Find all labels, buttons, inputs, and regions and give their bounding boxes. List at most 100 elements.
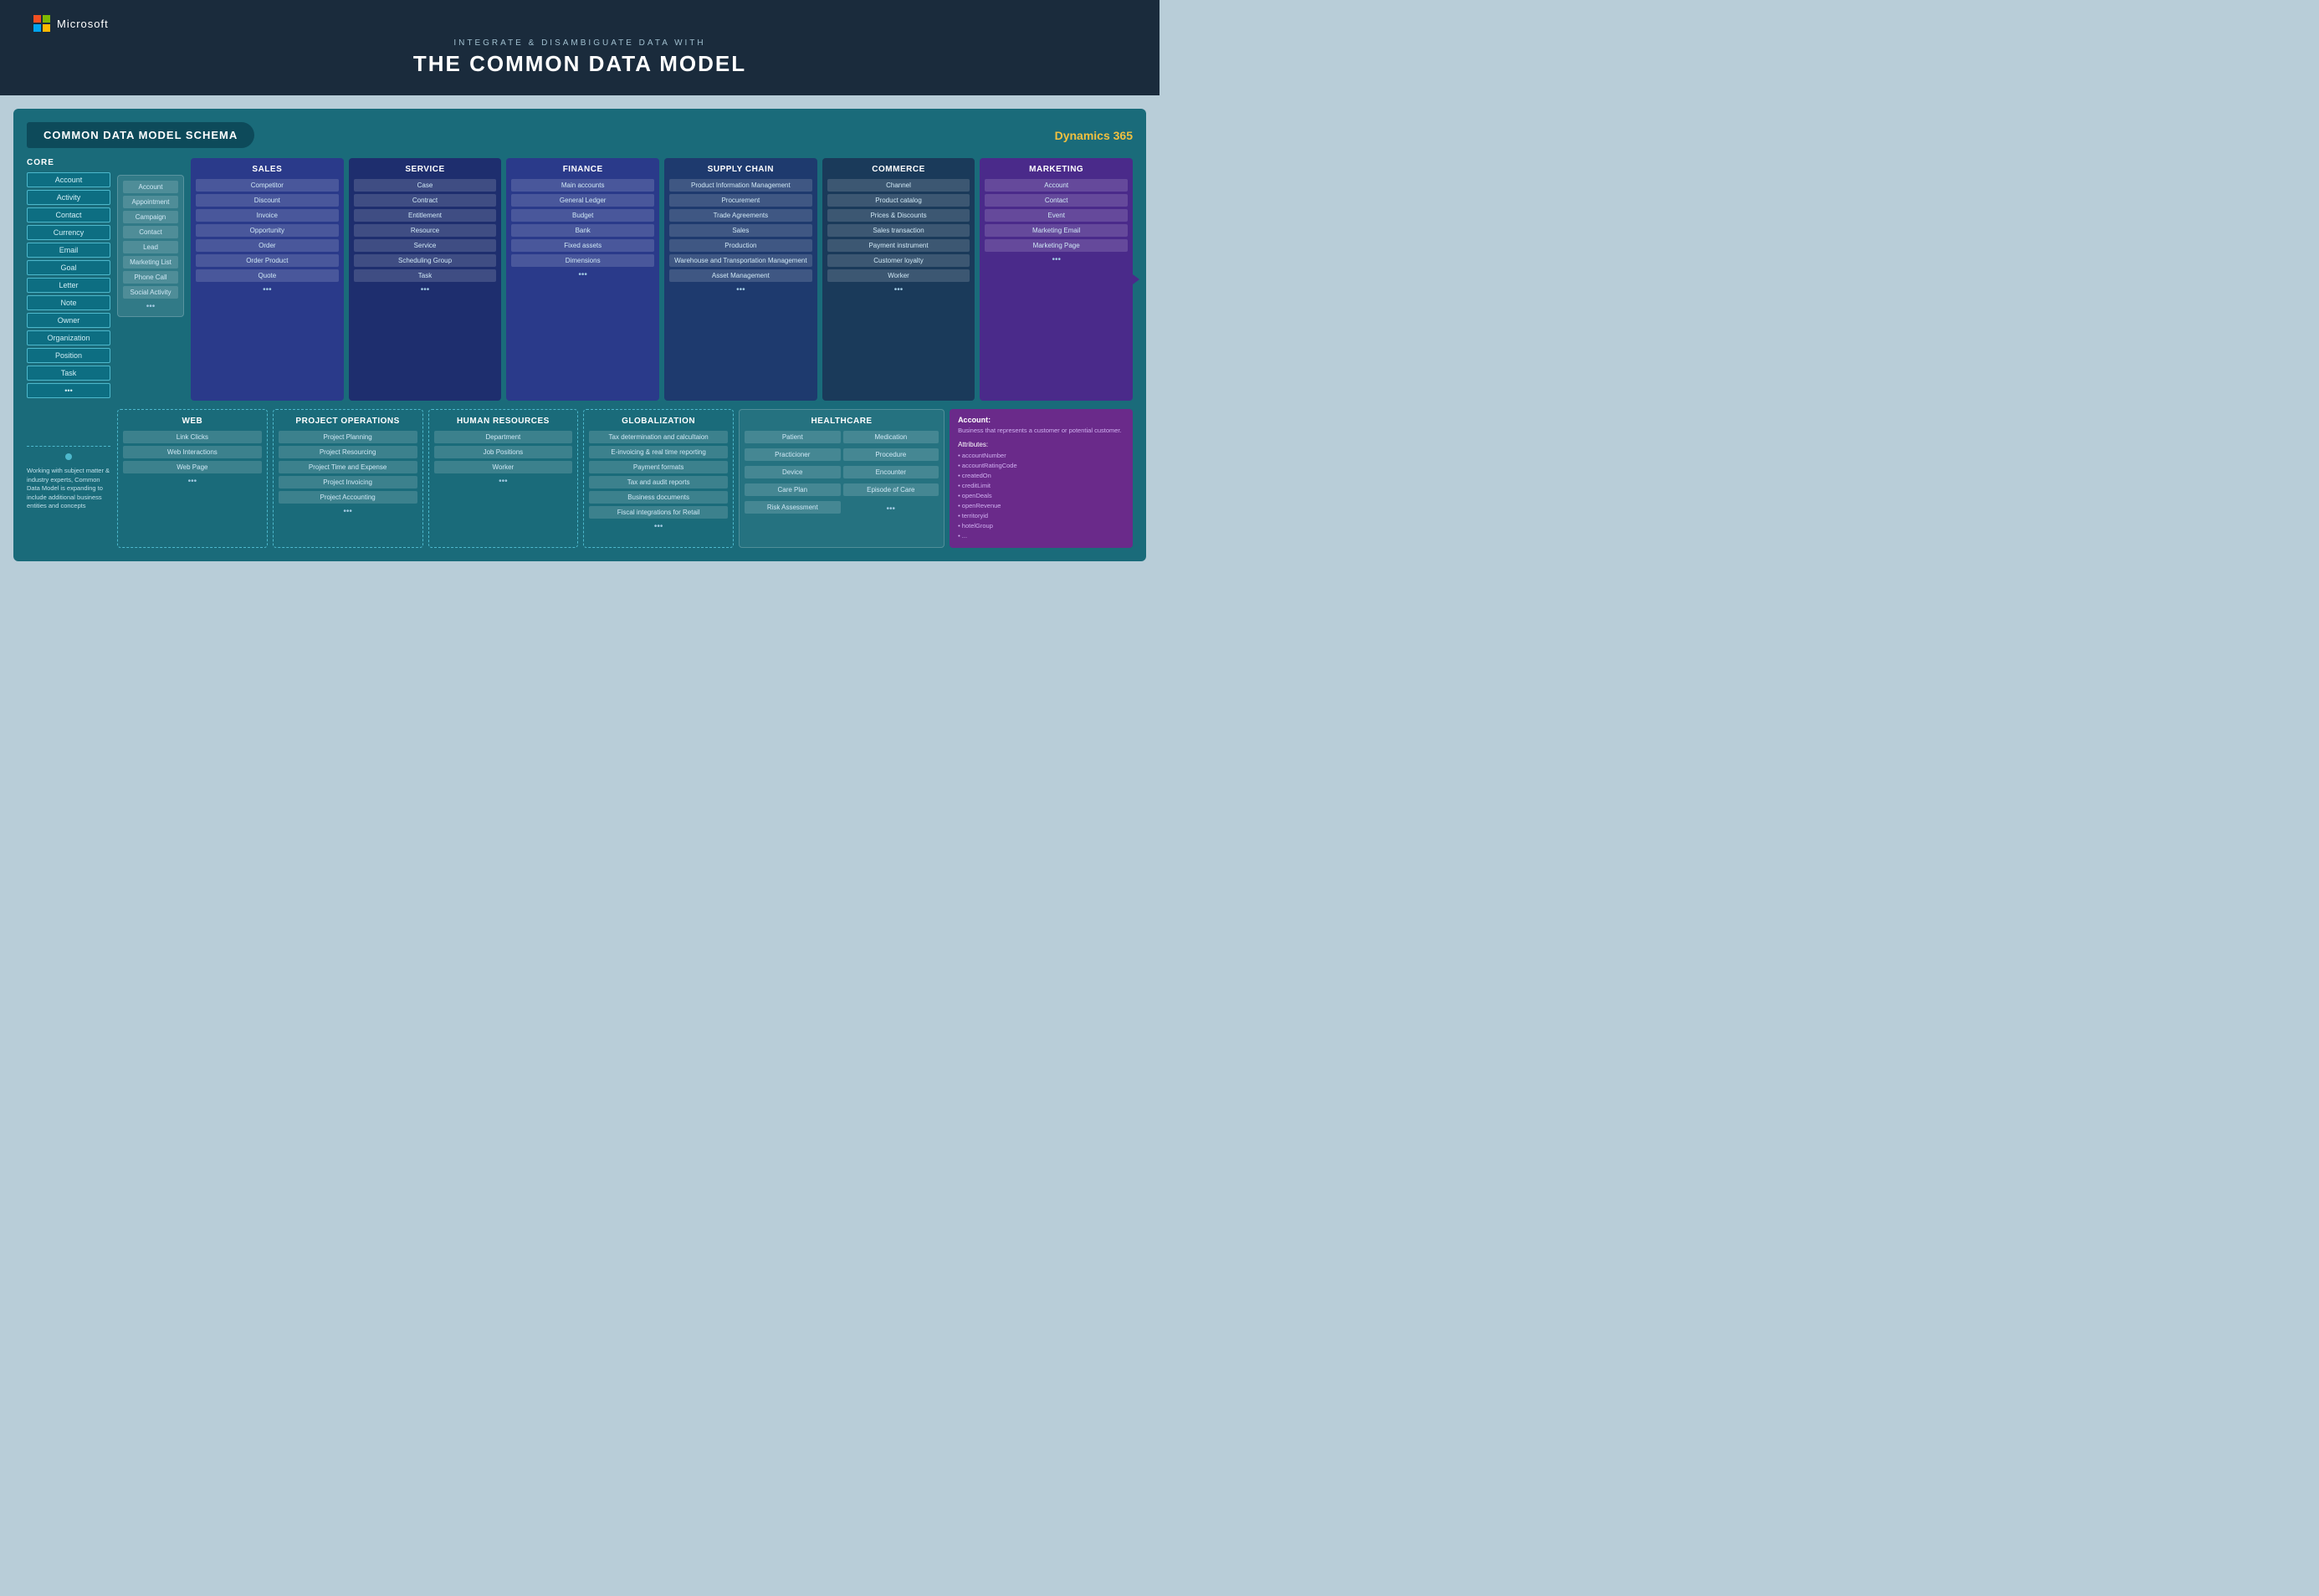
- dynamics-label: Dynamics 365: [1055, 129, 1133, 142]
- module-item: Entitlement: [354, 209, 497, 222]
- core-item: Activity: [27, 190, 110, 205]
- core-item: Owner: [27, 313, 110, 328]
- expansion-box: Working with subject matter & industry e…: [27, 409, 110, 548]
- module-item: Marketing Email: [985, 224, 1128, 237]
- module-item: Job Positions: [434, 446, 573, 458]
- module-item: Project Planning: [279, 431, 417, 443]
- module-item: Risk Assessment: [745, 501, 841, 514]
- highlight-arrow: [1133, 274, 1139, 284]
- header: Microsoft Integrate & Disambiguate Data …: [0, 0, 1160, 95]
- cds-item: Lead: [123, 241, 178, 253]
- module-item: General Ledger: [511, 194, 654, 207]
- module-item: Project Invoicing: [279, 476, 417, 489]
- finance-title: FINANCE: [511, 165, 654, 174]
- cds-box: Account Appointment Campaign Contact Lea…: [117, 175, 184, 317]
- sales-dots: •••: [196, 285, 339, 294]
- module-item: Asset Management: [669, 269, 812, 282]
- core-item: Contact: [27, 207, 110, 223]
- expansion-dot: [65, 453, 72, 460]
- service-dots: •••: [354, 285, 497, 294]
- healthcare-dots: •••: [843, 504, 939, 516]
- module-item: Trade Agreements: [669, 209, 812, 222]
- hr-title: HUMAN RESOURCES: [434, 417, 573, 426]
- schema-header: COMMON DATA MODEL SCHEMA Dynamics 365: [27, 122, 1133, 148]
- module-item: Production: [669, 239, 812, 252]
- module-item: Main accounts: [511, 179, 654, 192]
- healthcare-grid: Patient Medication Practicioner Procedur…: [745, 431, 939, 516]
- module-item: Discount: [196, 194, 339, 207]
- module-item: Bank: [511, 224, 654, 237]
- hr-dots: •••: [434, 477, 573, 486]
- module-item: Fiscal integrations for Retail: [589, 506, 728, 519]
- module-item: Prices & Discounts: [827, 209, 970, 222]
- module-item: Encounter: [843, 466, 939, 478]
- healthcare-module: HEALTHCARE Patient Medication Practicion…: [739, 409, 944, 548]
- module-item: Opportunity: [196, 224, 339, 237]
- globalization-module: GLOBALIZATION Tax determination and calc…: [583, 409, 734, 548]
- brand-name: Microsoft: [57, 18, 109, 30]
- tooltip-attributes: • accountNumber • accountRatingCode • cr…: [958, 451, 1124, 541]
- module-item: Dimensions: [511, 254, 654, 267]
- module-item: Competitor: [196, 179, 339, 192]
- cds-item: Marketing List: [123, 256, 178, 269]
- core-item: Letter: [27, 278, 110, 293]
- module-item: Scheduling Group: [354, 254, 497, 267]
- module-item: Project Accounting: [279, 491, 417, 504]
- top-section: CORE Account Activity Contact Currency E…: [27, 158, 1133, 401]
- expansion-note: Working with subject matter & industry e…: [27, 467, 110, 511]
- sales-title: SALES: [196, 165, 339, 174]
- cds-item: Campaign: [123, 211, 178, 223]
- module-item: Business documents: [589, 491, 728, 504]
- web-module: WEB Link Clicks Web Interactions Web Pag…: [117, 409, 268, 548]
- module-item: Practicioner: [745, 448, 841, 461]
- bottom-section: Working with subject matter & industry e…: [27, 409, 1133, 548]
- module-item: Quote: [196, 269, 339, 282]
- core-item: Position: [27, 348, 110, 363]
- commerce-module: COMMERCE Channel Product catalog Prices …: [822, 158, 975, 401]
- module-item: Department: [434, 431, 573, 443]
- module-item: Warehouse and Transportation Management: [669, 254, 812, 267]
- module-item: Worker: [434, 461, 573, 473]
- module-item: Sales: [669, 224, 812, 237]
- tooltip-title: Account:: [958, 416, 1124, 424]
- core-item: Organization: [27, 330, 110, 345]
- module-item: Web Interactions: [123, 446, 262, 458]
- cds-item: Contact: [123, 226, 178, 238]
- cds-item: Phone Call: [123, 271, 178, 284]
- marketing-title: MARKETING: [985, 165, 1128, 174]
- supply-chain-title: SUPPLY CHAIN: [669, 165, 812, 174]
- healthcare-title: HEALTHCARE: [745, 417, 939, 426]
- hr-module: HUMAN RESOURCES Department Job Positions…: [428, 409, 579, 548]
- service-module: SERVICE Case Contract Entitlement Resour…: [349, 158, 502, 401]
- tooltip-attr-title: Attributes:: [958, 441, 1124, 448]
- module-item: Invoice: [196, 209, 339, 222]
- core-item: Task: [27, 366, 110, 381]
- marketing-module: MARKETING Account Contact Event Marketin…: [980, 158, 1133, 401]
- service-title: SERVICE: [354, 165, 497, 174]
- web-dots: •••: [123, 477, 262, 486]
- schema-title: COMMON DATA MODEL SCHEMA: [27, 122, 254, 148]
- module-item: Product catalog: [827, 194, 970, 207]
- module-item: Sales transaction: [827, 224, 970, 237]
- glob-dots: •••: [589, 522, 728, 531]
- supply-chain-module: SUPPLY CHAIN Product Information Managem…: [664, 158, 817, 401]
- expansion-dashes: [27, 446, 110, 447]
- project-ops-title: PROJECT OPERATIONS: [279, 417, 417, 426]
- module-item: Payment instrument: [827, 239, 970, 252]
- core-column: CORE Account Activity Contact Currency E…: [27, 158, 110, 401]
- module-item: Task: [354, 269, 497, 282]
- core-item: Email: [27, 243, 110, 258]
- header-subtitle: Integrate & Disambiguate Data With: [453, 38, 705, 48]
- core-item: Account: [27, 172, 110, 187]
- finance-dots: •••: [511, 270, 654, 279]
- module-item: Contact: [985, 194, 1128, 207]
- module-item: Case: [354, 179, 497, 192]
- module-item: Care Plan: [745, 483, 841, 496]
- cds-item: Appointment: [123, 196, 178, 208]
- module-item: Payment formats: [589, 461, 728, 473]
- core-item: Currency: [27, 225, 110, 240]
- project-ops-module: PROJECT OPERATIONS Project Planning Proj…: [273, 409, 423, 548]
- module-item: Patient: [745, 431, 841, 443]
- project-dots: •••: [279, 507, 417, 516]
- cds-item: Account: [123, 181, 178, 193]
